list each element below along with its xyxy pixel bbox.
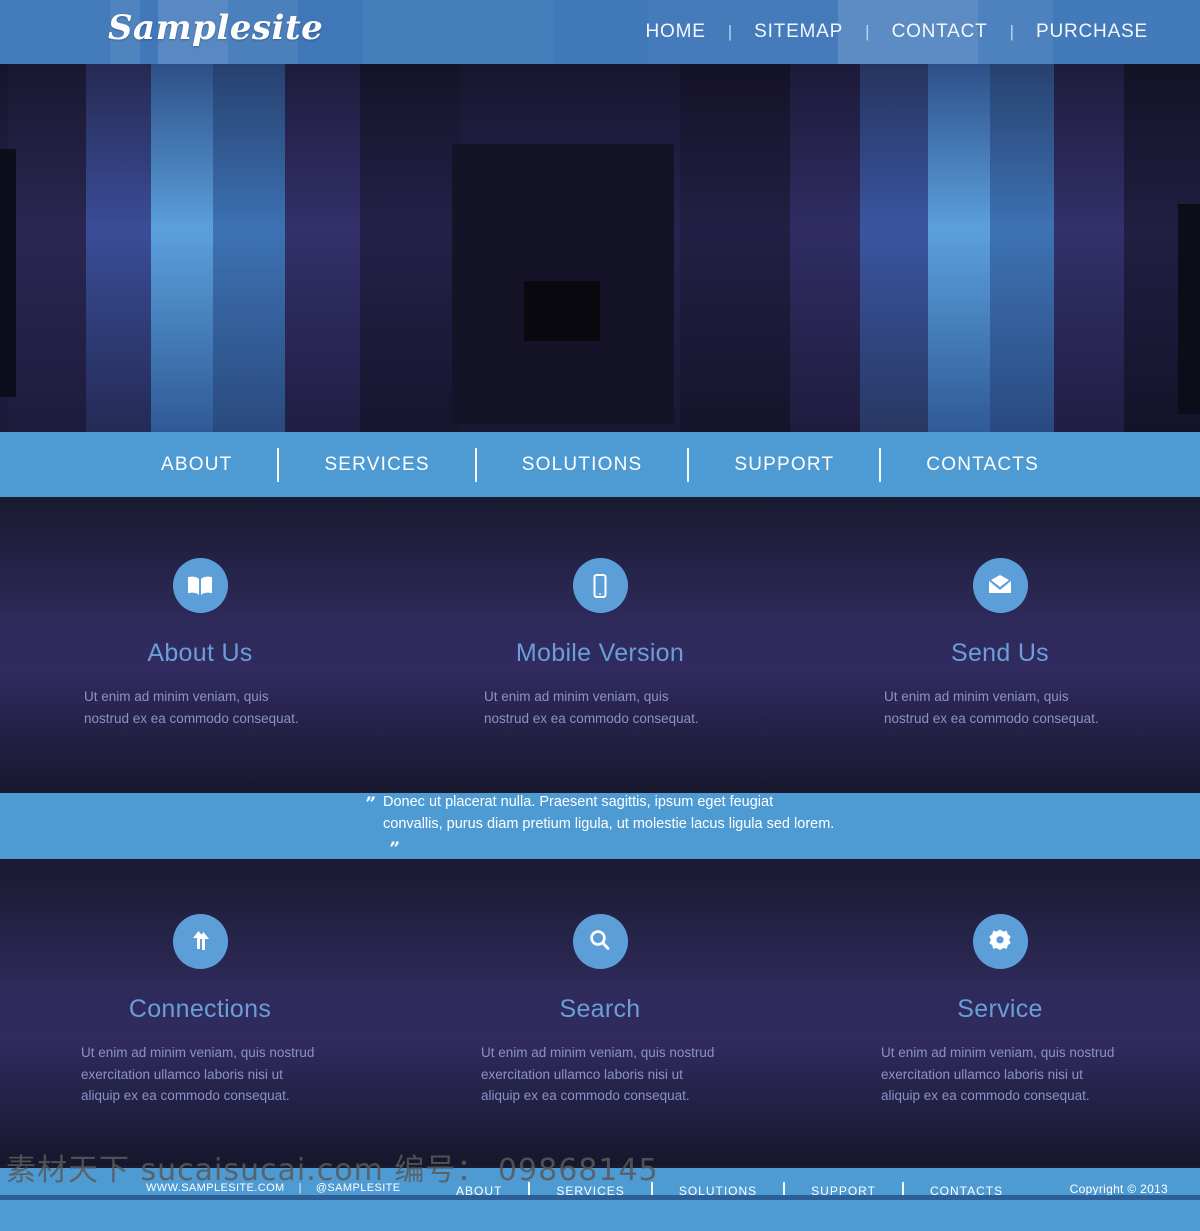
mobile-phone-icon [572,558,628,613]
topnav-separator: | [1009,22,1015,41]
quote-open-mark: ” [365,792,376,812]
features-section-secondary: Connections Ut enim ad minim veniam, qui… [0,861,1200,1166]
hero-banner [0,64,1200,432]
feature-title: Mobile Version [515,639,685,667]
subnav-item-solutions[interactable]: SOLUTIONS [477,454,688,476]
subnav-separator [687,447,690,482]
subnav-item-support[interactable]: SUPPORT [689,454,879,476]
features-row: Connections Ut enim ad minim veniam, qui… [0,913,1200,1108]
subnav-item-services[interactable]: SERVICES [279,454,474,476]
secondary-navigation: ABOUT SERVICES SOLUTIONS SUPPORT CONTACT… [0,432,1200,500]
subnav-item-contacts[interactable]: CONTACTS [881,454,1084,476]
feature-description: Ut enim ad minim veniam, quis nostrud ex… [481,1044,715,1104]
feature-card-search[interactable]: Search Ut enim ad minim veniam, quis nos… [400,913,800,1108]
topnav-item-purchase[interactable]: PURCHASE [1014,0,1170,64]
feature-card-send-us[interactable]: Send Us Ut enim ad minim veniam, quis no… [800,558,1200,730]
hero-shape-left [0,149,16,397]
feature-card-connections[interactable]: Connections Ut enim ad minim veniam, qui… [0,913,400,1108]
feature-description: Ut enim ad minim veniam, quis nostrud ex… [884,689,1099,726]
feature-description: Ut enim ad minim veniam, quis nostrud ex… [484,689,699,726]
feature-title: Connections [128,994,272,1023]
feature-description: Ut enim ad minim veniam, quis nostrud ex… [881,1044,1115,1104]
bottom-edge-strip [0,1195,1200,1200]
quote-banner: ” Donec ut placerat nulla. Praesent sagi… [0,789,1200,862]
footer-social-handle[interactable]: @SAMPLESITE [316,1182,401,1194]
search-icon [572,913,628,969]
topnav-item-home[interactable]: HOME [624,0,728,64]
feature-title: Search [559,994,641,1023]
feature-title: Service [957,994,1043,1023]
footer-site-url[interactable]: WWW.SAMPLESITE.COM [146,1182,285,1194]
quote-text: Donec ut placerat nulla. Praesent sagitt… [383,793,835,833]
feature-title: About Us [147,639,253,667]
topnav-separator: | [727,22,733,41]
feature-card-mobile-version[interactable]: Mobile Version Ut enim ad minim veniam, … [400,558,800,730]
subnav-separator [474,447,477,482]
transfer-arrows-icon [172,913,228,969]
subnav-item-about[interactable]: ABOUT [116,454,277,476]
feature-description: Ut enim ad minim veniam, quis nostrud ex… [81,1044,315,1104]
gear-icon [972,913,1028,969]
site-logo[interactable]: Samplesite [108,8,323,48]
footer-contact-info: WWW.SAMPLESITE.COM | @SAMPLESITE [146,1182,401,1194]
feature-card-service[interactable]: Service Ut enim ad minim veniam, quis no… [800,913,1200,1108]
primary-navigation: HOME | SITEMAP | CONTACT | PURCHASE [624,0,1171,64]
features-section-primary: About Us Ut enim ad minim veniam, quis n… [0,500,1200,790]
feature-card-about-us[interactable]: About Us Ut enim ad minim veniam, quis n… [0,558,400,730]
site-header: Samplesite HOME | SITEMAP | CONTACT | PU… [0,0,1200,64]
quote-close-mark: ” [389,837,400,857]
subnav-separator [277,447,280,482]
book-icon [172,558,228,613]
quote-content: ” Donec ut placerat nulla. Praesent sagi… [365,791,835,861]
subnav-separator [879,447,882,482]
topnav-item-sitemap[interactable]: SITEMAP [732,0,865,64]
hero-shape-right [1178,204,1200,414]
features-row: About Us Ut enim ad minim veniam, quis n… [0,558,1200,730]
topnav-item-contact[interactable]: CONTACT [870,0,1010,64]
footer-separator: | [298,1182,302,1195]
feature-description: Ut enim ad minim veniam, quis nostrud ex… [84,689,299,726]
topnav-separator: | [865,22,870,41]
feature-title: Send Us [951,639,1049,667]
envelope-icon [972,558,1028,613]
hero-shape-inner [524,281,600,341]
hero-shape-center-lower [452,364,674,424]
